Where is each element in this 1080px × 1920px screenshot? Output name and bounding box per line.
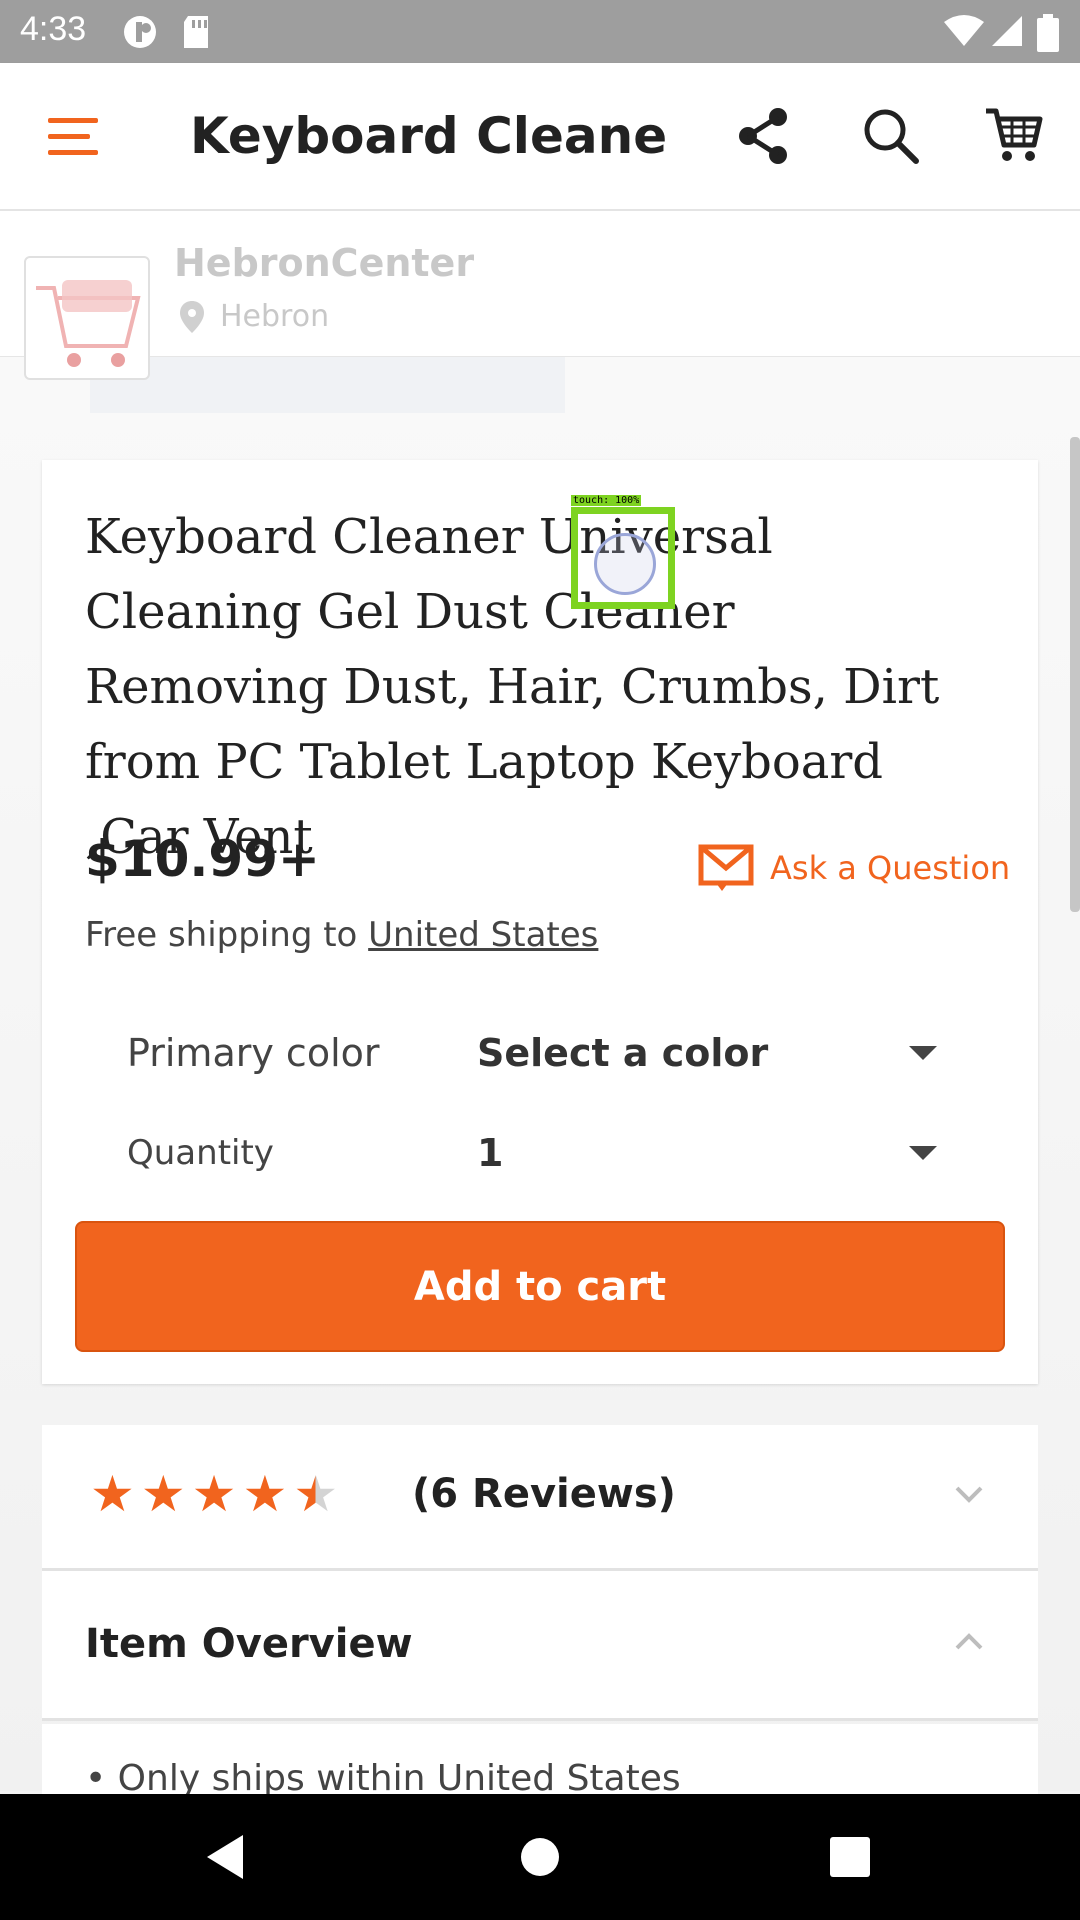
color-select[interactable]: Select a color <box>477 1031 909 1075</box>
chevron-down-icon <box>909 1146 937 1160</box>
overview-item: • Only ships within United States <box>85 1758 681 1794</box>
star-icon: ★ <box>191 1465 237 1523</box>
menu-icon[interactable] <box>48 116 98 158</box>
signal-icon <box>992 16 1022 46</box>
shop-header[interactable]: HebronCenter Hebron <box>0 211 1080 380</box>
product-card: Keyboard Cleaner Universal Cleaning Gel … <box>42 460 1038 1384</box>
shipping-info: Free shipping to United States <box>85 915 598 955</box>
navigation-bar <box>0 1794 1080 1920</box>
half-star-icon: ★ <box>293 1465 339 1523</box>
touch-indicator-circle <box>594 533 656 595</box>
product-title: Keyboard Cleaner Universal Cleaning Gel … <box>85 509 940 865</box>
app-bar: Keyboard Cleane… <box>0 63 1080 211</box>
item-overview-body: • Only ships within United States <box>42 1724 1038 1794</box>
search-icon[interactable] <box>862 107 920 165</box>
recents-button[interactable] <box>815 1794 885 1920</box>
shop-location: Hebron <box>220 299 330 334</box>
location-pin-icon <box>180 301 204 333</box>
recents-icon <box>830 1837 870 1877</box>
shop-logo-cart-icon <box>36 280 141 367</box>
status-time: 4:33 <box>20 10 87 48</box>
shop-logo[interactable] <box>24 256 150 380</box>
shipping-country-link[interactable]: United States <box>368 915 598 955</box>
back-icon <box>207 1835 243 1879</box>
review-count: (6 Reviews) <box>412 1471 676 1517</box>
quantity-select[interactable]: 1 <box>477 1131 909 1175</box>
mail-icon <box>698 844 754 891</box>
sync-icon <box>124 16 156 48</box>
chevron-down-icon <box>909 1046 937 1060</box>
scrollbar[interactable] <box>1070 437 1080 912</box>
ask-question-label: Ask a Question <box>770 849 1011 887</box>
wifi-icon <box>944 15 984 46</box>
star-icon: ★ <box>90 1465 135 1523</box>
add-to-cart-button[interactable]: Add to cart <box>75 1221 1005 1352</box>
color-option-label: Primary color <box>127 1031 380 1075</box>
color-option-row[interactable]: Primary color Select a color <box>127 1013 957 1093</box>
back-button[interactable] <box>190 1794 260 1920</box>
shipping-prefix: Free shipping to <box>85 915 369 955</box>
cart-icon[interactable] <box>984 105 1044 165</box>
share-icon[interactable] <box>736 107 790 165</box>
reviews-row[interactable]: ★ ★ ★ ★ ★ (6 Reviews) <box>42 1425 1038 1571</box>
page-title: Keyboard Cleane… <box>190 107 670 165</box>
item-overview-header[interactable]: Item Overview <box>42 1571 1038 1721</box>
chevron-up-icon <box>955 1633 983 1650</box>
status-bar: 4:33 <box>0 0 1080 63</box>
battery-icon <box>1037 14 1059 52</box>
shop-name[interactable]: HebronCenter <box>174 241 474 285</box>
star-icon: ★ <box>242 1465 288 1523</box>
home-button[interactable] <box>505 1794 575 1920</box>
chevron-down-icon <box>955 1486 983 1503</box>
star-icon: ★ <box>140 1465 186 1523</box>
ask-question-button[interactable]: Ask a Question <box>698 840 1010 896</box>
product-image-fragment <box>90 357 565 413</box>
item-overview-title: Item Overview <box>85 1621 413 1667</box>
quantity-option-label: Quantity <box>127 1133 274 1173</box>
touch-indicator-label: touch: 100% <box>571 495 642 506</box>
star-rating: ★ ★ ★ ★ ★ <box>90 1469 344 1519</box>
product-price: $10.99+ <box>85 830 320 888</box>
sd-card-icon <box>184 16 208 48</box>
quantity-option-row[interactable]: Quantity 1 <box>127 1113 957 1193</box>
home-icon <box>521 1838 559 1876</box>
